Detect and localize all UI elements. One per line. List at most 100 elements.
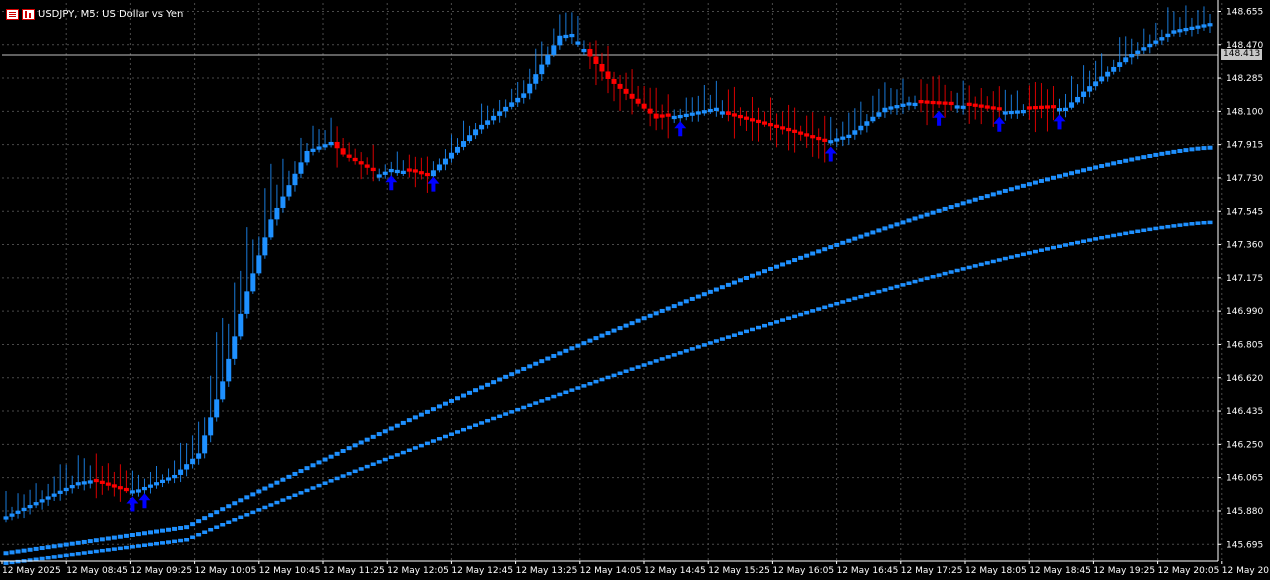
ma_slow-point (286, 495, 292, 500)
ma_slow-point (322, 481, 328, 485)
ma_slow-point (611, 373, 617, 378)
ma_fast-point (912, 216, 918, 221)
ma_slow-point (587, 382, 593, 386)
candle-body (280, 196, 286, 208)
ma_slow-point (1207, 220, 1213, 225)
ma_slow-point (63, 553, 69, 558)
ma_fast-point (461, 393, 467, 398)
ma_fast-point (1087, 166, 1093, 171)
ma_fast-point (533, 361, 539, 366)
y-tick-label: 148.655 (1226, 7, 1263, 17)
ma_slow-point (1032, 249, 1038, 254)
ma_slow-point (473, 423, 479, 427)
candle-body (1117, 62, 1123, 67)
ma_slow-point (99, 548, 105, 553)
y-tick-label: 147.730 (1226, 174, 1263, 184)
ma_slow-point (304, 488, 310, 493)
candle-body (286, 185, 292, 197)
candle-body (611, 78, 617, 84)
candle-body (226, 358, 232, 382)
ma_slow-point (599, 377, 605, 382)
ma_slow-point (948, 270, 954, 274)
ma_slow-point (33, 557, 39, 562)
ma_fast-point (154, 529, 159, 534)
ma_slow-point (166, 540, 172, 544)
ma_fast-point (63, 542, 69, 547)
candle-body (442, 158, 448, 165)
ma_fast-point (888, 224, 894, 229)
y-tick-label: 147.175 (1226, 274, 1263, 284)
ma_slow-point (840, 300, 846, 304)
ma_fast-point (1129, 157, 1135, 162)
y-tick-label: 148.100 (1226, 107, 1263, 117)
ma_slow-point (388, 455, 394, 459)
table-window-icon[interactable] (6, 8, 19, 20)
ma_slow-point (208, 527, 214, 532)
ma_slow-point (539, 399, 545, 403)
ma_slow-point (695, 345, 701, 349)
ma_fast-point (629, 321, 635, 326)
ma_fast-point (382, 429, 388, 434)
ma_slow-point (617, 371, 623, 376)
candle-body (141, 486, 147, 491)
ma_slow-point (400, 450, 406, 455)
candle-body (762, 121, 768, 125)
ma_fast-point (954, 203, 960, 208)
candle-body (563, 34, 569, 39)
ma_fast-point (563, 348, 569, 353)
candle-body (376, 174, 382, 178)
ma_fast-point (984, 194, 990, 199)
ma_slow-point (154, 541, 159, 546)
price-chart[interactable]: 148.655148.470148.285148.100147.915147.7… (0, 0, 1270, 580)
candle-body (725, 111, 731, 115)
ma_fast-point (521, 366, 527, 371)
ma_fast-point (611, 328, 617, 333)
candle-body (461, 141, 467, 147)
ma_fast-point (87, 539, 93, 544)
ma_fast-point (1177, 148, 1183, 153)
ma_fast-point (147, 530, 153, 535)
ma_slow-point (960, 267, 966, 271)
ma_fast-point (599, 333, 605, 338)
ma_slow-point (641, 363, 647, 367)
chart-window-icon[interactable] (22, 8, 35, 20)
ma_slow-point (858, 294, 864, 299)
ma_fast-point (111, 535, 117, 540)
candle-body (954, 105, 960, 109)
ma_fast-point (906, 218, 912, 223)
ma_fast-point (220, 507, 226, 512)
candle-body (190, 458, 196, 465)
x-tick-label: 12 May 14:45 (644, 566, 706, 576)
ma_slow-point (731, 333, 737, 337)
candle-body (557, 35, 563, 46)
candle-body (184, 464, 190, 470)
candle-body (1002, 111, 1008, 115)
ma_slow-point (1135, 229, 1141, 234)
ma_slow-point (190, 535, 196, 539)
ma_fast-point (557, 351, 563, 356)
ma_fast-point (178, 526, 184, 531)
ma_fast-point (972, 197, 978, 202)
y-tick-label: 148.285 (1226, 74, 1263, 84)
candle-body (1032, 106, 1038, 110)
candle-body (232, 336, 238, 359)
ma_slow-point (178, 538, 184, 543)
ma_fast-point (978, 195, 984, 200)
ma_fast-point (340, 448, 346, 453)
candle-body (527, 83, 533, 94)
y-tick-label: 147.545 (1226, 207, 1263, 217)
ma_fast-point (707, 289, 713, 294)
candle-body (665, 113, 671, 117)
candle-body (87, 480, 93, 484)
ma_fast-point (497, 377, 503, 382)
candle-body (984, 105, 990, 109)
candle-body (1099, 76, 1105, 82)
candle-body (202, 435, 208, 454)
ma_fast-point (376, 432, 382, 437)
y-tick-label: 146.435 (1226, 407, 1263, 417)
ma_slow-point (846, 298, 852, 302)
ma_slow-point (376, 460, 382, 464)
candle-body (394, 169, 400, 174)
ma_fast-point (936, 208, 942, 213)
ma_fast-point (1207, 145, 1213, 150)
